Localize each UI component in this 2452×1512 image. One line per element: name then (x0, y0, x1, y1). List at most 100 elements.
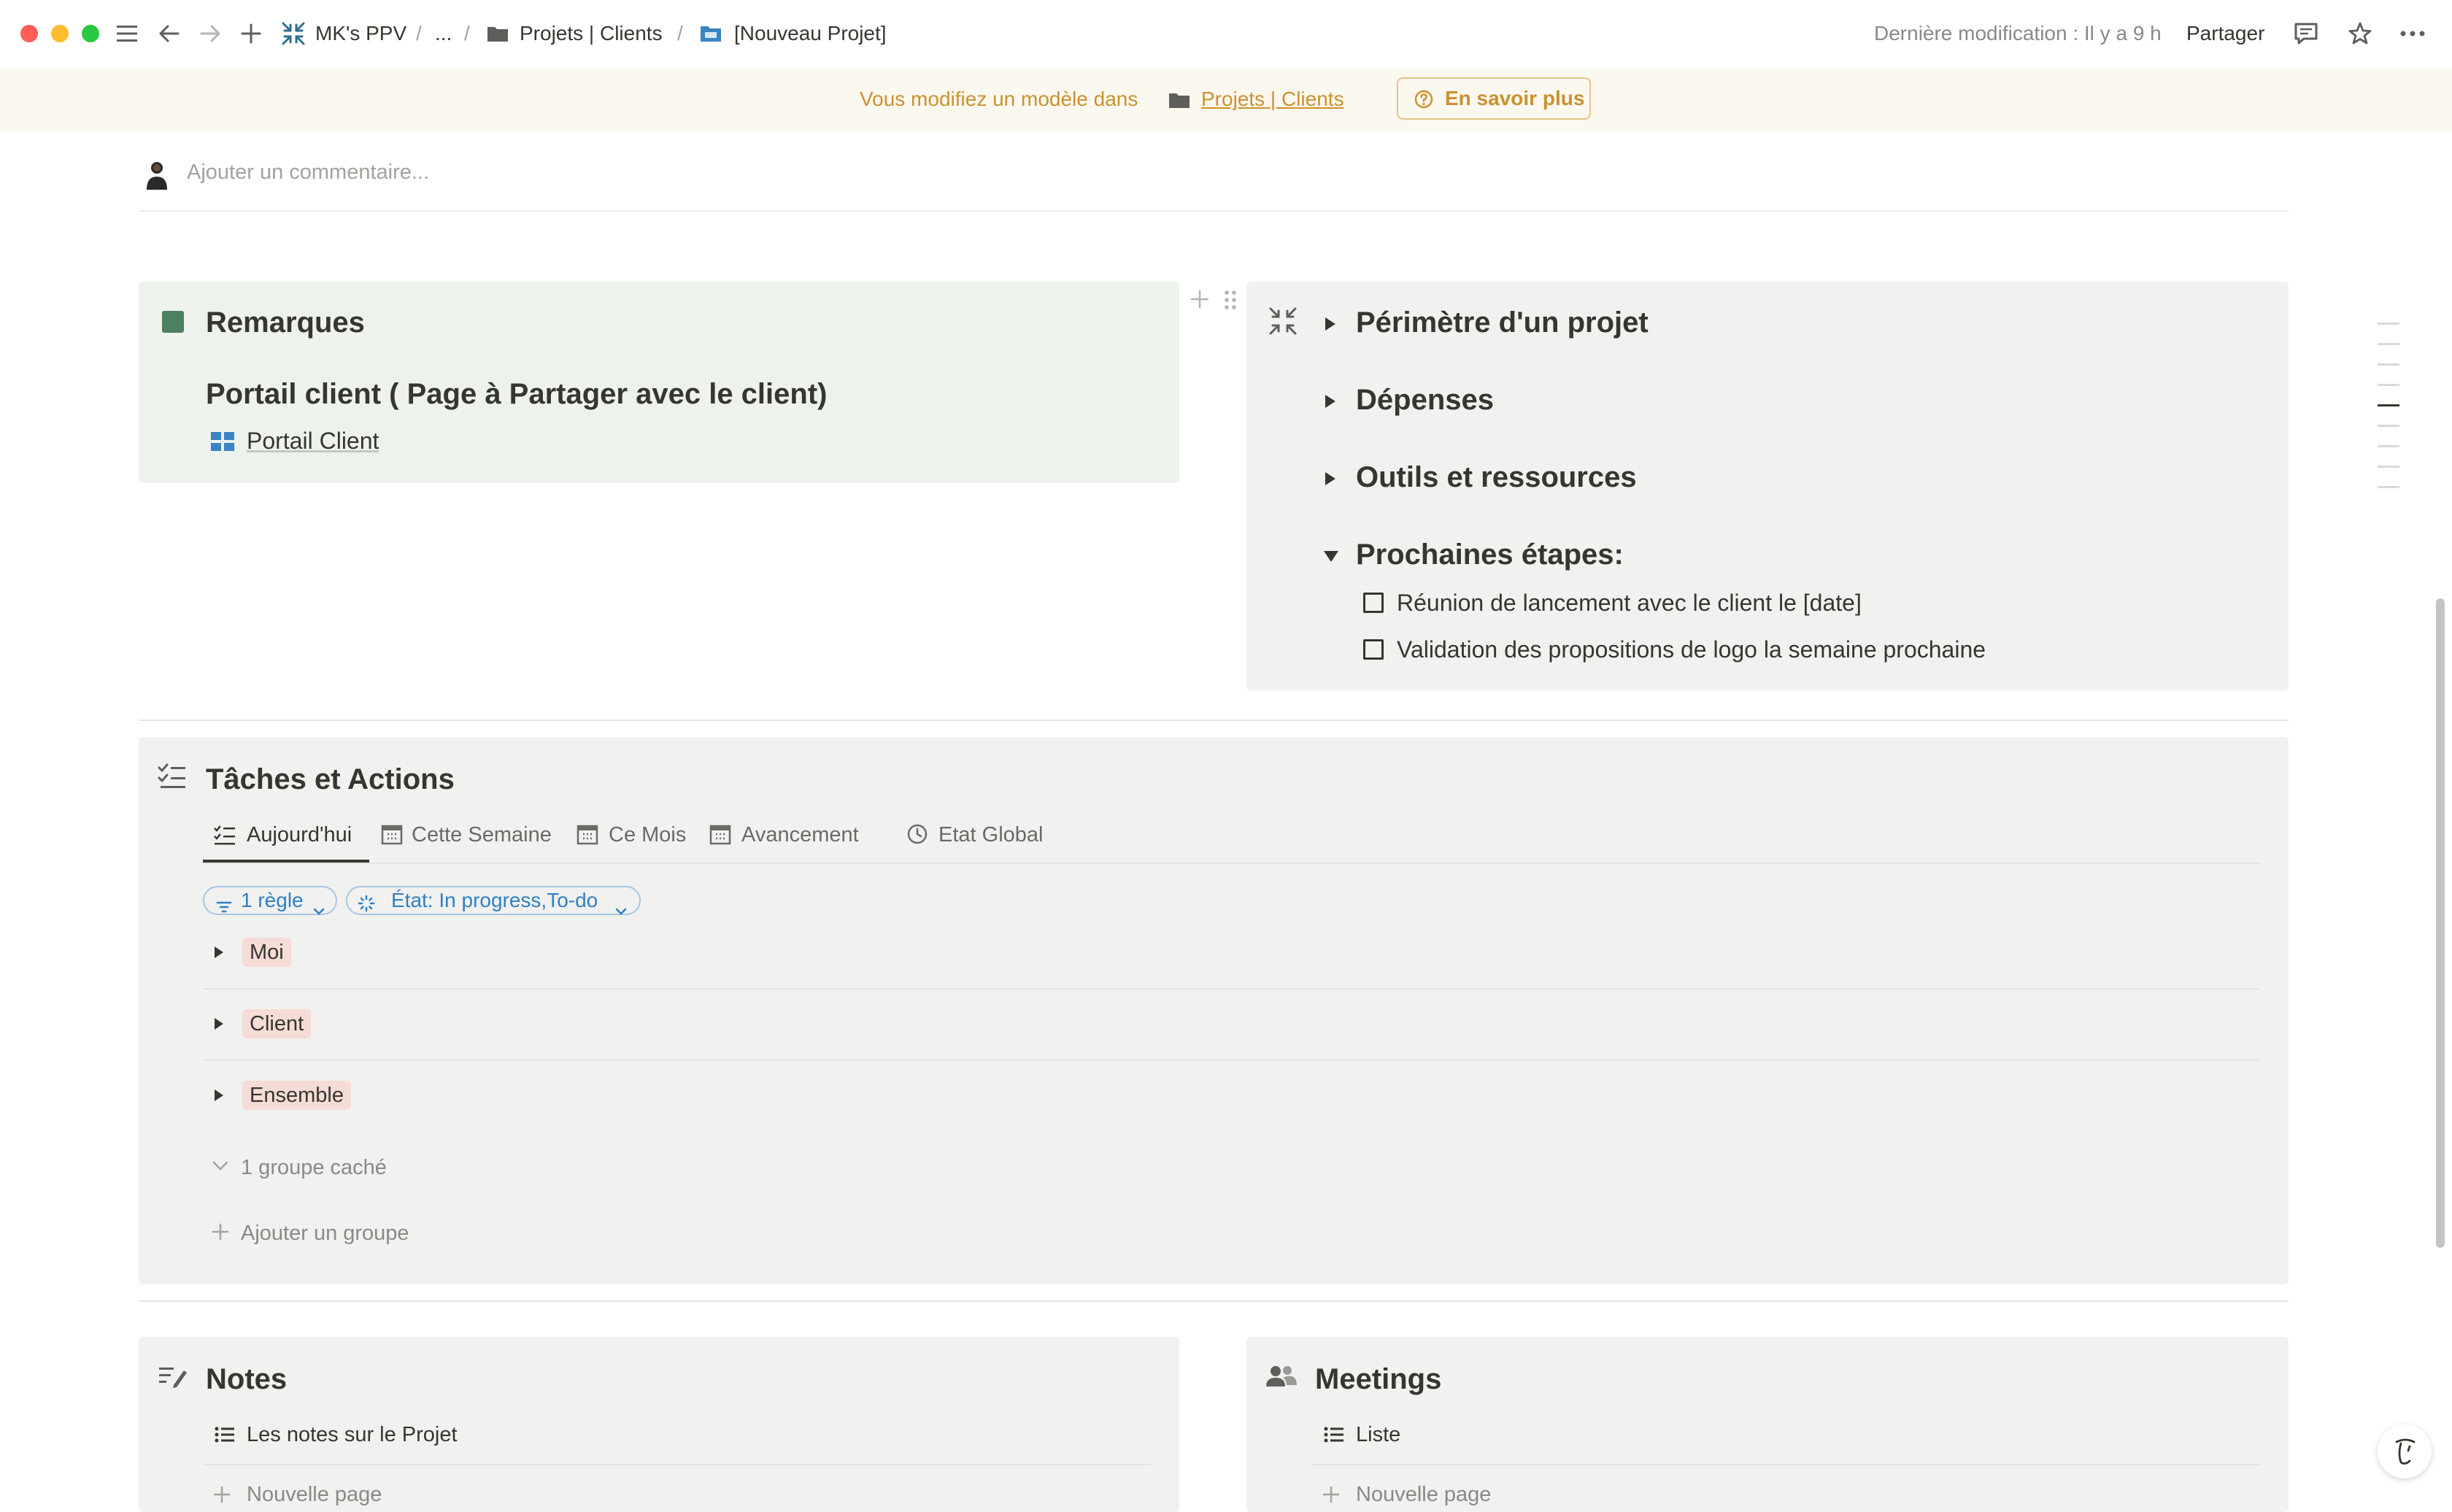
workspace-collapse-icon (277, 18, 309, 50)
breadcrumb-folder[interactable]: Projets | Clients (520, 19, 663, 48)
checklist-icon (158, 763, 187, 793)
top-bar: MK's PPV / ... / Projets | Clients / [No… (0, 0, 2452, 67)
maximize-window-button[interactable] (82, 25, 99, 42)
hidden-groups-toggle[interactable]: 1 groupe caché (241, 1153, 387, 1182)
sidebar-menu-icon[interactable] (111, 18, 143, 50)
breadcrumb-page[interactable]: [Nouveau Projet] (734, 19, 887, 48)
toggle-arrow-depenses[interactable] (1325, 395, 1335, 408)
minimize-window-button[interactable] (51, 25, 69, 42)
help-circle-icon (1414, 90, 1433, 112)
divider (139, 720, 2289, 721)
group-toggle-arrow[interactable] (215, 1018, 223, 1030)
ai-assistant-button[interactable] (2378, 1424, 2432, 1478)
learn-more-button[interactable]: En savoir plus (1397, 77, 1591, 120)
group-toggle-arrow[interactable] (215, 1089, 223, 1101)
meetings-view-tab[interactable]: Liste (1356, 1420, 1400, 1449)
meetings-new-page-button[interactable]: Nouvelle page (1356, 1480, 1491, 1509)
toggle-arrow-prochaines[interactable] (1324, 551, 1338, 562)
toc-line[interactable] (2378, 425, 2399, 427)
add-group-button[interactable]: Ajouter un groupe (241, 1219, 409, 1248)
chevron-down-icon (614, 896, 628, 922)
toggle-arrow-perimetre[interactable] (1325, 317, 1335, 331)
toc-line[interactable] (2378, 363, 2399, 366)
comment-input[interactable]: Ajouter un commentaire... (187, 158, 429, 187)
tab-aujourdhui[interactable]: Aujourd'hui (247, 820, 352, 849)
drag-handle-icon[interactable] (1223, 289, 1238, 315)
list-view-icon (1324, 1426, 1344, 1447)
filter-rule-chip[interactable]: 1 règle (203, 886, 337, 915)
folder-icon (482, 18, 514, 50)
group-toggle-arrow[interactable] (215, 946, 223, 958)
tasks-title: Tâches et Actions (206, 763, 455, 795)
gallery-icon (210, 431, 235, 456)
collapse-arrows-icon (1268, 306, 1298, 339)
user-avatar (140, 158, 174, 195)
add-plus-icon (212, 1223, 229, 1244)
toggle-perimetre[interactable]: Périmètre d'un projet (1356, 304, 1649, 342)
divider (203, 1060, 2259, 1061)
toggle-arrow-outils[interactable] (1325, 472, 1335, 485)
chevron-down-icon (212, 1160, 229, 1176)
people-icon (1265, 1365, 1298, 1392)
group-tag-client[interactable]: Client (242, 1009, 312, 1038)
notes-view-tab[interactable]: Les notes sur le Projet (247, 1420, 458, 1449)
tabs-divider (203, 863, 2259, 864)
comments-icon[interactable] (2290, 18, 2322, 50)
group-tag-ensemble[interactable]: Ensemble (242, 1081, 351, 1110)
notes-new-page-button[interactable]: Nouvelle page (247, 1480, 382, 1509)
banner-folder-link[interactable]: Projets | Clients (1201, 85, 1344, 114)
tab-avancement[interactable]: Avancement (741, 820, 859, 849)
todo-checkbox[interactable] (1363, 593, 1384, 613)
todo-checkbox[interactable] (1363, 639, 1384, 660)
forward-arrow-icon[interactable] (194, 18, 226, 50)
todo-label: Réunion de lancement avec le client le [… (1397, 590, 1862, 616)
tab-ce-mois[interactable]: Ce Mois (609, 820, 686, 849)
filter-rule-label: 1 règle (241, 889, 304, 911)
new-page-plus-icon[interactable] (235, 18, 267, 50)
toc-line[interactable] (2378, 466, 2399, 468)
template-banner: Vous modifiez un modèle dans Projets | C… (0, 67, 2452, 131)
divider (139, 210, 2289, 212)
clock-icon (906, 823, 928, 849)
portal-client-link[interactable]: Portail Client (247, 425, 379, 457)
toggle-depenses[interactable]: Dépenses (1356, 381, 1494, 419)
banner-message: Vous modifiez un modèle dans (860, 88, 1138, 110)
breadcrumb-workspace[interactable]: MK's PPV (315, 19, 406, 48)
remarques-title: Remarques (206, 306, 365, 339)
add-plus-icon (1322, 1486, 1340, 1507)
toc-line[interactable] (2378, 323, 2399, 325)
green-square-icon (162, 311, 184, 333)
toc-line-active[interactable] (2378, 404, 2399, 406)
tab-cette-semaine[interactable]: Cette Semaine (412, 820, 552, 849)
group-tag-moi[interactable]: Moi (242, 938, 291, 967)
notes-edit-icon (158, 1365, 188, 1393)
chevron-down-icon (312, 896, 325, 922)
favorite-star-icon[interactable] (2344, 18, 2376, 50)
breadcrumb-separator: / (677, 22, 683, 45)
tasks-callout (139, 737, 2289, 1284)
add-plus-icon (213, 1486, 231, 1507)
close-window-button[interactable] (20, 25, 38, 42)
filter-state-chip[interactable]: État: In progress,To-do (346, 886, 641, 915)
toc-line[interactable] (2378, 343, 2399, 345)
tab-etat-global[interactable]: Etat Global (938, 820, 1043, 849)
breadcrumb-separator: / (464, 22, 470, 45)
toc-line[interactable] (2378, 445, 2399, 447)
breadcrumb-ellipsis[interactable]: ... (435, 19, 452, 48)
vertical-scrollbar[interactable] (2436, 598, 2445, 1248)
calendar-icon (709, 823, 731, 849)
template-folder-icon (695, 18, 727, 50)
add-block-plus-icon[interactable] (1190, 289, 1210, 313)
todo-label: Validation des propositions de logo la s… (1397, 636, 1986, 663)
divider (203, 988, 2259, 990)
calendar-icon (381, 823, 403, 849)
filter-icon (216, 894, 232, 920)
toggle-prochaines[interactable]: Prochaines étapes: (1356, 536, 1624, 574)
back-arrow-icon[interactable] (153, 18, 185, 50)
more-options-icon[interactable] (2397, 18, 2429, 50)
toc-line[interactable] (2378, 486, 2399, 488)
toc-line[interactable] (2378, 384, 2399, 386)
share-button[interactable]: Partager (2186, 19, 2264, 48)
banner-folder-icon (1168, 92, 1191, 113)
toggle-outils[interactable]: Outils et ressources (1356, 458, 1637, 496)
